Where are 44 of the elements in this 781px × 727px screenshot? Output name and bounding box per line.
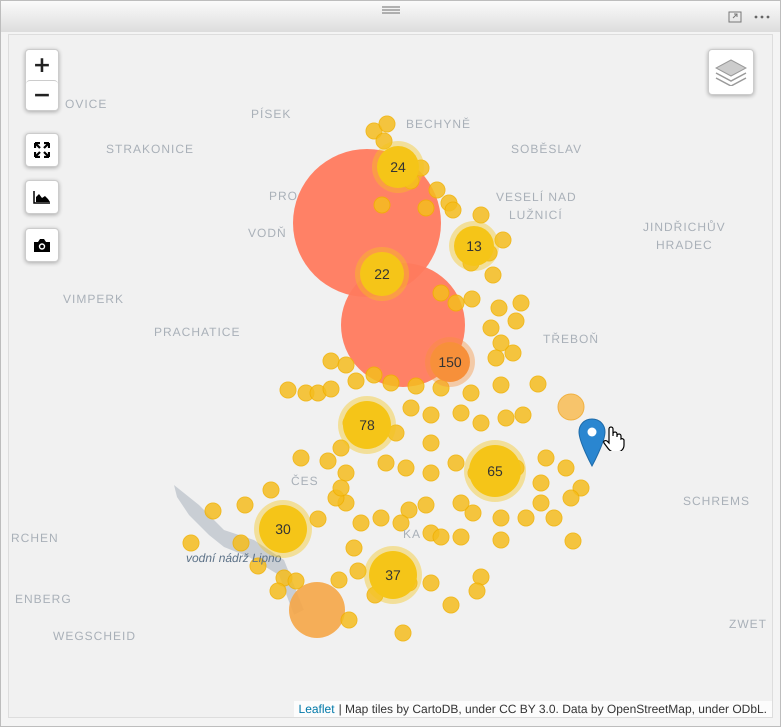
place-label: ZWET: [729, 617, 767, 631]
place-label: SOBĚSLAV: [511, 142, 582, 156]
place-label: HRADEC: [656, 238, 713, 252]
place-label: JINDŘICHŮV: [643, 220, 726, 234]
expand-arrows-icon: [34, 142, 50, 158]
zoom-out-button[interactable]: −: [26, 80, 58, 110]
place-label: KA: [403, 527, 422, 541]
place-label: PÍSEK: [251, 107, 292, 121]
drag-handle-icon[interactable]: [381, 5, 401, 15]
place-label: RCHEN: [11, 531, 59, 545]
cluster-marker[interactable]: 13: [454, 226, 494, 266]
location-pin-icon[interactable]: [577, 417, 607, 469]
place-label: BECHYNĚ: [406, 117, 472, 131]
cluster-marker[interactable]: 37: [369, 551, 417, 599]
place-label: LUŽNICÍ: [509, 208, 563, 222]
camera-icon: [33, 238, 51, 252]
place-label: WEGSCHEID: [53, 629, 136, 643]
place-label: ENBERG: [15, 592, 72, 606]
layers-icon: [715, 58, 747, 86]
chart-button[interactable]: [25, 180, 59, 214]
more-options-icon[interactable]: [754, 14, 770, 18]
place-label: STRAKONICE: [106, 142, 194, 156]
cluster-marker[interactable]: 30: [259, 505, 307, 553]
area-chart-icon: [33, 190, 51, 204]
place-label: SCHREMS: [683, 494, 750, 508]
place-label: ČES: [291, 474, 319, 488]
leaflet-link[interactable]: Leaflet: [298, 702, 335, 716]
cluster-marker[interactable]: 150: [430, 342, 470, 382]
fullscreen-button[interactable]: [25, 133, 59, 167]
place-label: VESELÍ NAD: [496, 190, 577, 204]
cluster-marker[interactable]: 78: [343, 401, 391, 449]
attribution-text: | Map tiles by CartoDB, under CC BY 3.0. Data by OpenStreetMap, under ODbL.: [338, 702, 767, 716]
place-label: OVICE: [65, 97, 108, 111]
hand-cursor-icon: [603, 425, 625, 451]
place-label: PRO: [269, 189, 298, 203]
place-label: VODŇ: [248, 226, 287, 240]
focus-mode-icon[interactable]: [728, 10, 742, 22]
place-label: PRACHATICE: [154, 325, 240, 339]
place-label: TŘEBOŇ: [543, 332, 600, 346]
place-label: VIMPERK: [63, 292, 124, 306]
screenshot-button[interactable]: [25, 228, 59, 262]
cluster-marker[interactable]: 65: [469, 445, 521, 497]
layers-button[interactable]: [708, 49, 754, 95]
zoom-in-button[interactable]: +: [26, 50, 58, 80]
